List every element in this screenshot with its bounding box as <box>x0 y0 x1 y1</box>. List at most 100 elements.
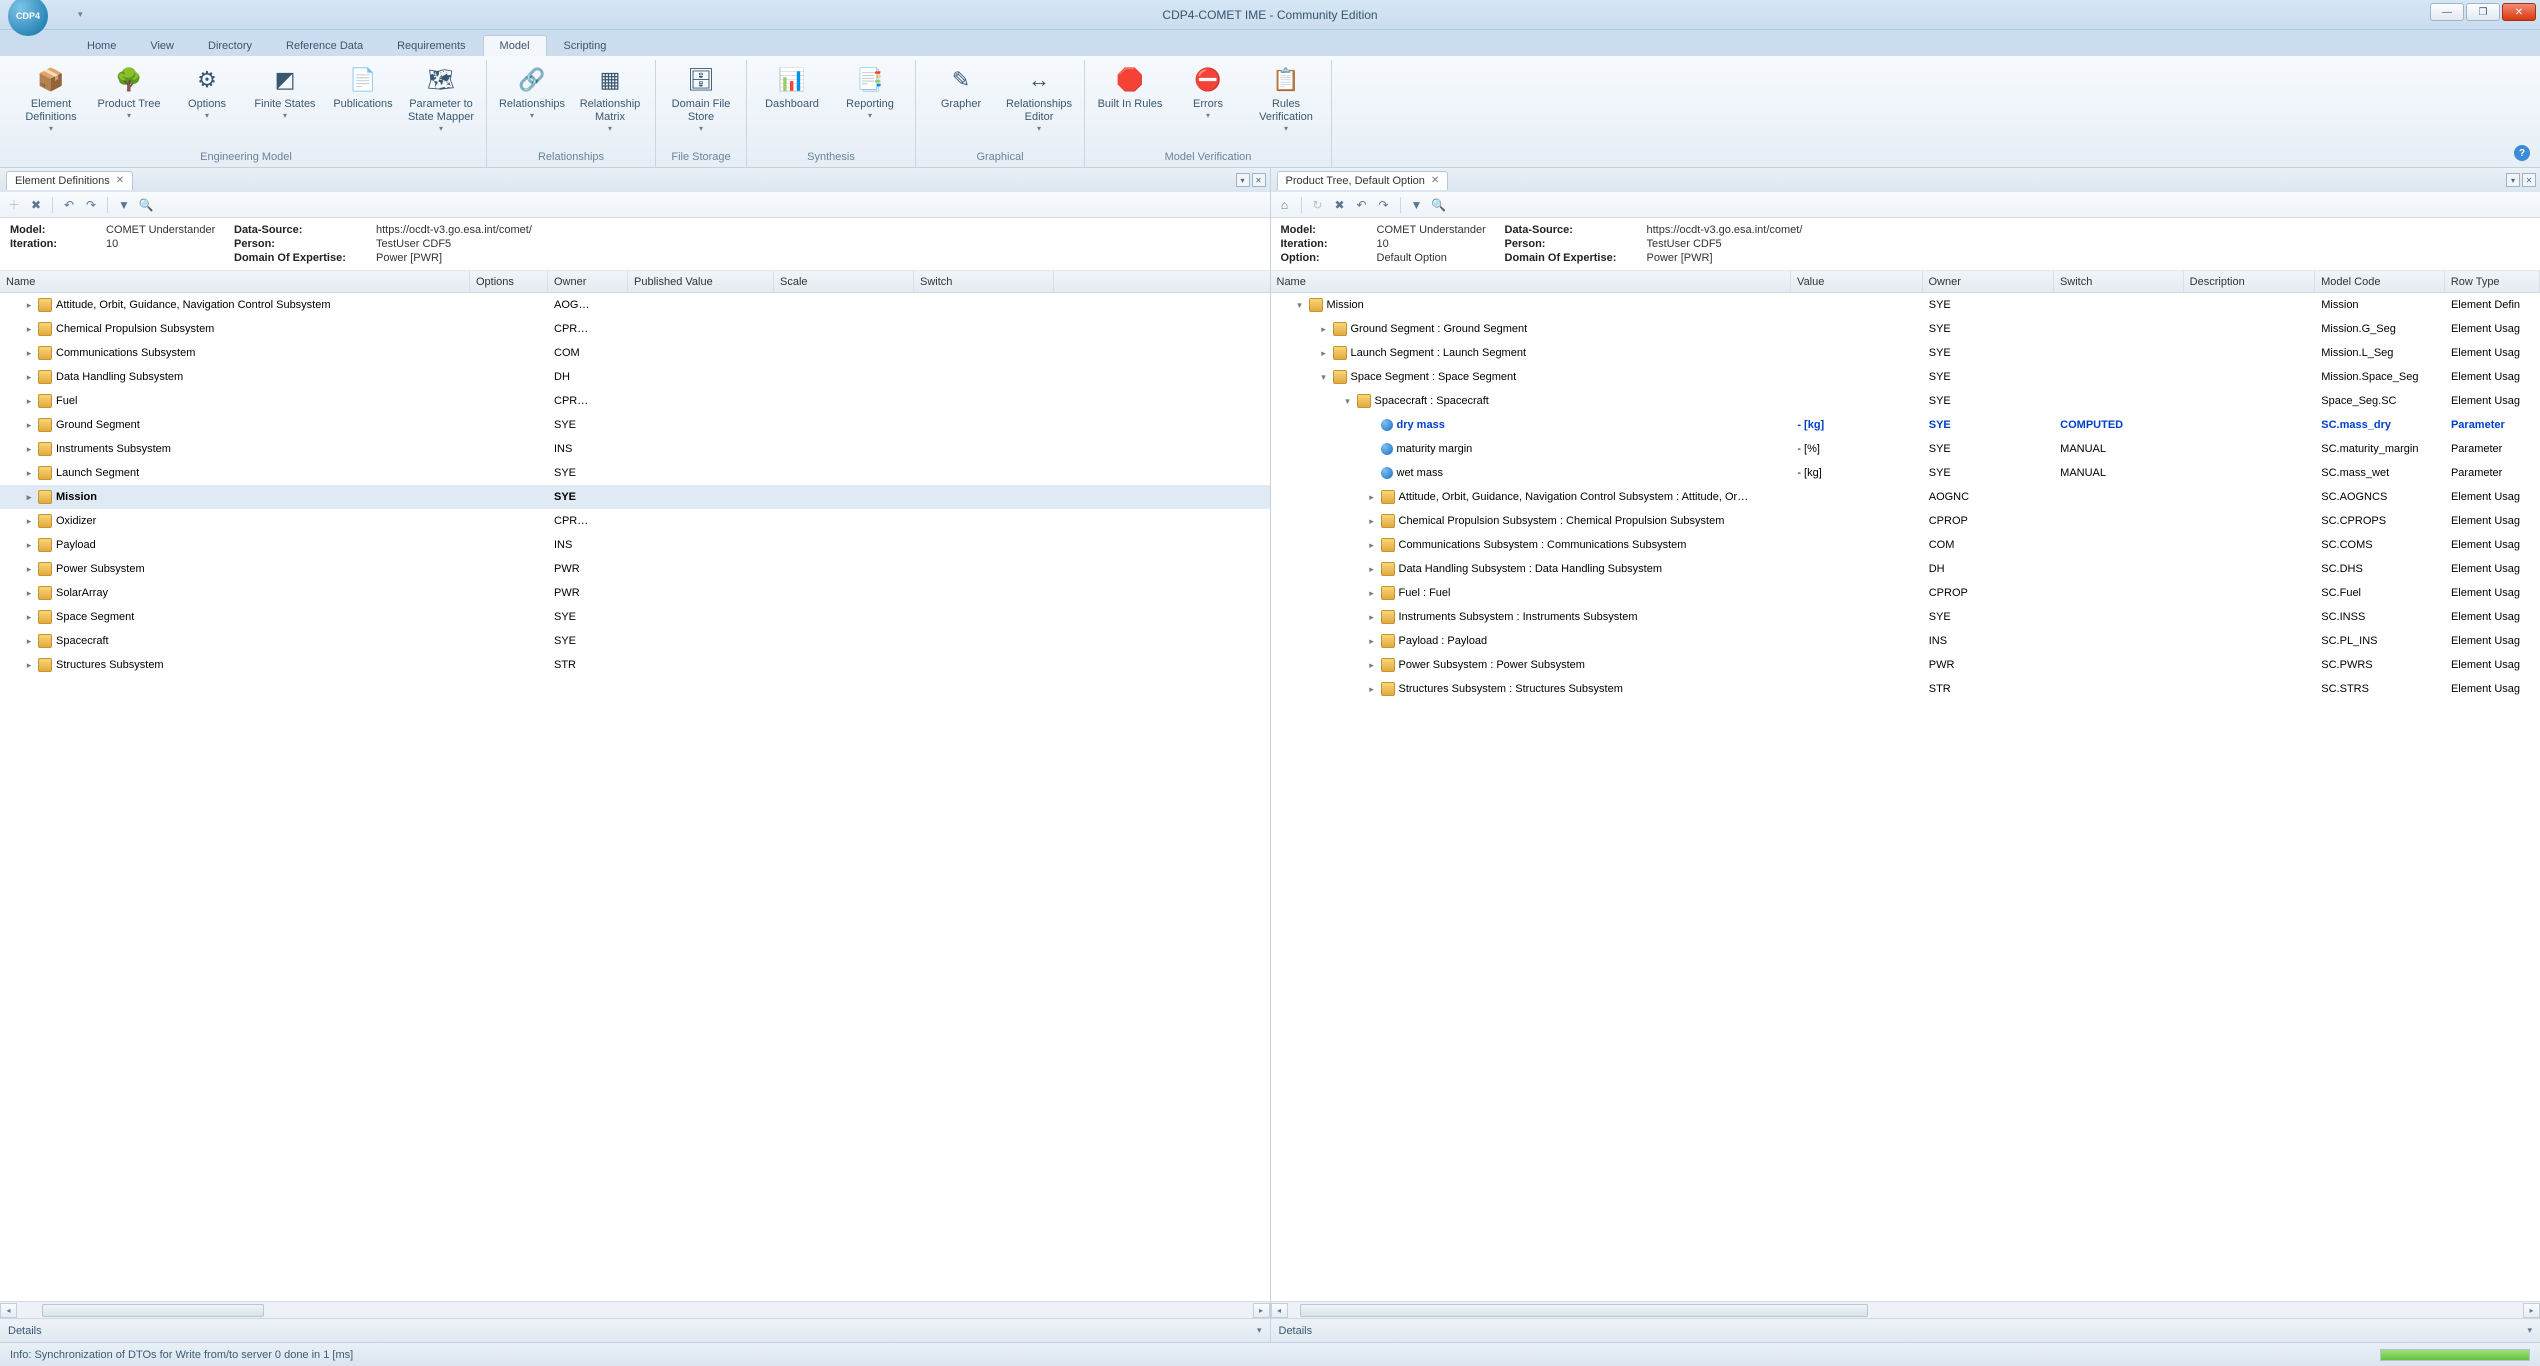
right-details-bar[interactable]: Details ▾ <box>1271 1318 2540 1342</box>
expand-icon[interactable]: ▸ <box>24 420 34 431</box>
scroll-right-icon[interactable]: ▸ <box>2523 1303 2540 1318</box>
col-published[interactable]: Published Value <box>628 271 774 292</box>
table-row[interactable]: ▸Ground Segment : Ground SegmentSYEMissi… <box>1271 317 2540 341</box>
expand-icon[interactable]: ▸ <box>1367 684 1377 695</box>
table-row[interactable]: ▸Payload : PayloadINSSC.PL_INSElement Us… <box>1271 629 2540 653</box>
right-doc-tab[interactable]: Product Tree, Default Option ✕ <box>1277 171 1449 190</box>
table-row[interactable]: ▸Power SubsystemPWR <box>0 557 1270 581</box>
menu-tab-model[interactable]: Model <box>483 35 547 56</box>
add-icon[interactable]: ＋ <box>6 197 22 213</box>
table-row[interactable]: maturity margin- [%]SYEMANUALSC.maturity… <box>1271 437 2540 461</box>
ribbon-errors-button[interactable]: ⛔Errors▾ <box>1171 60 1245 149</box>
expand-icon[interactable]: ▸ <box>24 660 34 671</box>
ribbon-built-in-rules-button[interactable]: 🛑Built In Rules <box>1093 60 1167 149</box>
ribbon-dashboard-button[interactable]: 📊Dashboard <box>755 60 829 149</box>
expand-icon[interactable]: ▸ <box>24 612 34 623</box>
restore-button[interactable]: ❐ <box>2466 3 2500 21</box>
expand-icon[interactable]: ▾ <box>1343 396 1353 407</box>
ribbon-rules-verification-button[interactable]: 📋Rules Verification▾ <box>1249 60 1323 149</box>
expand-icon[interactable]: ▸ <box>1319 348 1329 359</box>
expand-icon[interactable]: ▾ <box>1319 372 1329 383</box>
home-icon[interactable]: ⌂ <box>1277 197 1293 213</box>
table-row[interactable]: ▸Structures SubsystemSTR <box>0 653 1270 677</box>
expand-icon[interactable]: ▸ <box>24 300 34 311</box>
table-row[interactable]: ▸Fuel : FuelCPROPSC.FuelElement Usag <box>1271 581 2540 605</box>
ribbon-domain-file-store-button[interactable]: 🗄Domain File Store▾ <box>664 60 738 149</box>
search-icon[interactable]: 🔍 <box>138 197 154 213</box>
search-icon[interactable]: 🔍 <box>1431 197 1447 213</box>
menu-tab-scripting[interactable]: Scripting <box>547 35 624 56</box>
table-row[interactable]: ▸SpacecraftSYE <box>0 629 1270 653</box>
left-doc-tab[interactable]: Element Definitions ✕ <box>6 171 133 190</box>
expand-icon[interactable]: ▸ <box>24 516 34 527</box>
table-row[interactable]: ▸Chemical Propulsion SubsystemCPR… <box>0 317 1270 341</box>
delete-icon[interactable]: ✖ <box>28 197 44 213</box>
nav-fwd-icon[interactable]: ↷ <box>1376 197 1392 213</box>
close-icon[interactable]: ✕ <box>1431 175 1439 186</box>
col-options[interactable]: Options <box>470 271 548 292</box>
table-row[interactable]: ▾Space Segment : Space SegmentSYEMission… <box>1271 365 2540 389</box>
expand-icon[interactable]: ▸ <box>1367 540 1377 551</box>
ribbon-relationship-matrix-button[interactable]: ▦Relationship Matrix▾ <box>573 60 647 149</box>
table-row[interactable]: dry mass- [kg]SYECOMPUTEDSC.mass_dryPara… <box>1271 413 2540 437</box>
expand-icon[interactable]: ▸ <box>24 396 34 407</box>
table-row[interactable]: ▸OxidizerCPR… <box>0 509 1270 533</box>
expand-icon[interactable]: ▸ <box>24 324 34 335</box>
expand-icon[interactable]: ▸ <box>24 468 34 479</box>
col-owner[interactable]: Owner <box>548 271 628 292</box>
col-name[interactable]: Name <box>0 271 470 292</box>
scroll-left-icon[interactable]: ◂ <box>0 1303 17 1318</box>
filter-icon[interactable]: ▼ <box>116 197 132 213</box>
expand-icon[interactable]: ▾ <box>1295 300 1305 311</box>
tab-dropdown-icon[interactable]: ▾ <box>2506 173 2520 187</box>
table-row[interactable]: ▸Instruments Subsystem : Instruments Sub… <box>1271 605 2540 629</box>
table-row[interactable]: ▸Launch SegmentSYE <box>0 461 1270 485</box>
ribbon-element-definitions-button[interactable]: 📦Element Definitions▾ <box>14 60 88 149</box>
scroll-right-icon[interactable]: ▸ <box>1253 1303 1270 1318</box>
expand-icon[interactable]: ▸ <box>24 492 34 503</box>
ribbon-finite-states-button[interactable]: ◩Finite States▾ <box>248 60 322 149</box>
chevron-down-icon[interactable]: ▾ <box>2527 1325 2532 1336</box>
scroll-thumb[interactable] <box>42 1304 264 1317</box>
table-row[interactable]: ▸Attitude, Orbit, Guidance, Navigation C… <box>1271 485 2540 509</box>
table-row[interactable]: ▸PayloadINS <box>0 533 1270 557</box>
col-description[interactable]: Description <box>2184 271 2315 292</box>
col-switch[interactable]: Switch <box>2054 271 2184 292</box>
table-row[interactable]: ▸Structures Subsystem : Structures Subsy… <box>1271 677 2540 701</box>
left-grid-body[interactable]: ▸Attitude, Orbit, Guidance, Navigation C… <box>0 293 1270 1301</box>
table-row[interactable]: ▸Space SegmentSYE <box>0 605 1270 629</box>
table-row[interactable]: ▸SolarArrayPWR <box>0 581 1270 605</box>
help-icon[interactable]: ? <box>2514 145 2530 161</box>
close-button[interactable]: ✕ <box>2502 3 2536 21</box>
ribbon-relationships-editor-button[interactable]: ↔Relationships Editor▾ <box>1002 60 1076 149</box>
table-row[interactable]: wet mass- [kg]SYEMANUALSC.mass_wetParame… <box>1271 461 2540 485</box>
col-name[interactable]: Name <box>1271 271 1792 292</box>
ribbon-reporting-button[interactable]: 📑Reporting▾ <box>833 60 907 149</box>
ribbon-publications-button[interactable]: 📄Publications <box>326 60 400 149</box>
scroll-thumb[interactable] <box>1300 1304 1868 1317</box>
expand-icon[interactable]: ▸ <box>1367 612 1377 623</box>
menu-tab-directory[interactable]: Directory <box>191 35 269 56</box>
close-icon[interactable]: ✕ <box>116 175 124 186</box>
scroll-left-icon[interactable]: ◂ <box>1271 1303 1288 1318</box>
right-grid-body[interactable]: ▾MissionSYEMissionElement Defin▸Ground S… <box>1271 293 2540 1301</box>
col-model-code[interactable]: Model Code <box>2315 271 2445 292</box>
table-row[interactable]: ▾MissionSYEMissionElement Defin <box>1271 293 2540 317</box>
table-row[interactable]: ▸Chemical Propulsion Subsystem : Chemica… <box>1271 509 2540 533</box>
col-owner[interactable]: Owner <box>1923 271 2054 292</box>
table-row[interactable]: ▸Data Handling Subsystem : Data Handling… <box>1271 557 2540 581</box>
table-row[interactable]: ▸Data Handling SubsystemDH <box>0 365 1270 389</box>
table-row[interactable]: ▸Ground SegmentSYE <box>0 413 1270 437</box>
table-row[interactable]: ▸Communications SubsystemCOM <box>0 341 1270 365</box>
expand-icon[interactable]: ▸ <box>1367 564 1377 575</box>
table-row[interactable]: ▸Power Subsystem : Power SubsystemPWRSC.… <box>1271 653 2540 677</box>
expand-icon[interactable]: ▸ <box>1367 636 1377 647</box>
menu-tab-view[interactable]: View <box>133 35 191 56</box>
filter-icon[interactable]: ▼ <box>1409 197 1425 213</box>
expand-icon[interactable]: ▸ <box>24 588 34 599</box>
expand-icon[interactable]: ▸ <box>1367 492 1377 503</box>
table-row[interactable]: ▸Communications Subsystem : Communicatio… <box>1271 533 2540 557</box>
tab-close-icon[interactable]: ✕ <box>2522 173 2536 187</box>
right-hscroll[interactable]: ◂ ▸ <box>1271 1301 2540 1318</box>
col-row-type[interactable]: Row Type <box>2445 271 2540 292</box>
